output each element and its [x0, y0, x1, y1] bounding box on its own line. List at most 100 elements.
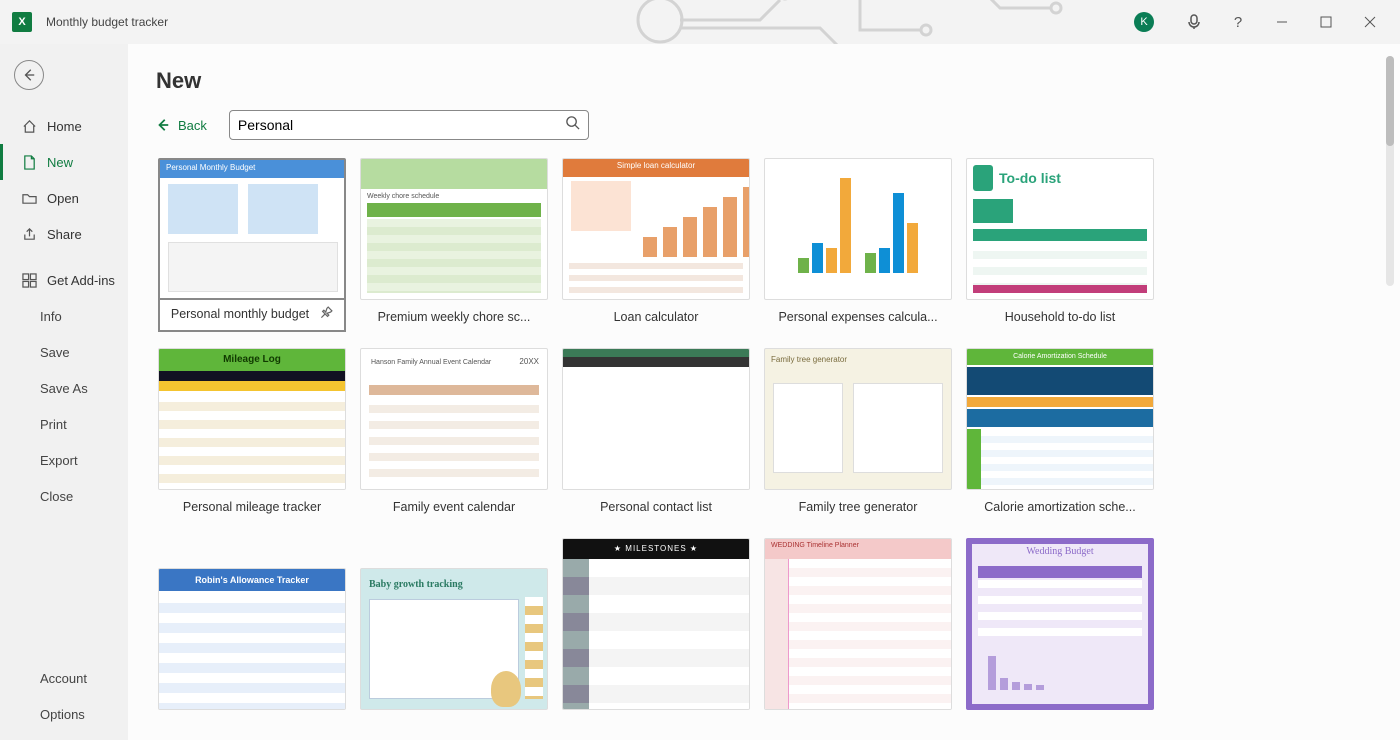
- template-thumb: Family tree generator: [764, 348, 952, 490]
- template-card[interactable]: Hanson Family Annual Event Calendar 20XX…: [358, 348, 550, 524]
- sidebar-item-label: Get Add-ins: [47, 273, 115, 288]
- avatar[interactable]: K: [1134, 12, 1154, 32]
- template-thumb: Mileage Log: [158, 348, 346, 490]
- thumb-title: Weekly chore schedule: [361, 189, 547, 204]
- sidebar-sub-print[interactable]: Print: [0, 406, 128, 442]
- content-area: New Back Personal Monthly Budget: [128, 44, 1400, 740]
- sidebar-sub-info[interactable]: Info: [0, 298, 128, 334]
- template-label: Calorie amortization sche...: [984, 500, 1135, 514]
- pin-icon[interactable]: [314, 303, 337, 326]
- excel-logo: X: [12, 12, 32, 32]
- template-card[interactable]: Calorie Amortization Schedule Calorie am…: [964, 348, 1156, 524]
- sidebar-sub-label: Print: [40, 417, 67, 432]
- template-thumb: Personal Monthly Budget: [158, 158, 346, 300]
- template-card[interactable]: To-do list Household to-do list: [964, 158, 1156, 334]
- sidebar-sub-label: Info: [40, 309, 62, 324]
- scrollbar-thumb[interactable]: [1386, 56, 1394, 146]
- sidebar-bottom-label: Account: [40, 671, 87, 686]
- back-link[interactable]: Back: [156, 118, 207, 133]
- sidebar-item-home[interactable]: Home: [0, 108, 128, 144]
- template-card[interactable]: ★ MILESTONES ★: [560, 538, 752, 710]
- thumb-title: MILESTONES: [625, 544, 686, 553]
- back-button[interactable]: [14, 60, 44, 90]
- titlebar: X Monthly budget tracker K ?: [0, 0, 1400, 44]
- sidebar-sub-label: Save As: [40, 381, 88, 396]
- template-card[interactable]: Personal expenses calcula...: [762, 158, 954, 334]
- template-card[interactable]: Simple loan calculator Loan calculator: [560, 158, 752, 334]
- template-thumb: Simple loan calculator: [562, 158, 750, 300]
- template-thumb: Robin's Allowance Tracker: [158, 568, 346, 710]
- sidebar-item-addins[interactable]: Get Add-ins: [0, 262, 128, 298]
- search-box: [229, 110, 589, 140]
- addins-icon: [21, 272, 37, 288]
- template-thumb: Wedding Budget: [966, 538, 1154, 710]
- sidebar-sub-export[interactable]: Export: [0, 442, 128, 478]
- template-thumb: Weekly chore schedule: [360, 158, 548, 300]
- template-card[interactable]: WEDDING Timeline Planner: [762, 538, 954, 710]
- open-icon: [21, 190, 37, 206]
- template-card[interactable]: Mileage Log Personal mileage tracker: [156, 348, 348, 524]
- scrollbar[interactable]: [1386, 56, 1394, 286]
- maximize-button[interactable]: [1304, 0, 1348, 44]
- template-card[interactable]: Wedding Budget: [964, 538, 1156, 710]
- template-thumb: Baby growth tracking: [360, 568, 548, 710]
- thumb-title: To-do list: [999, 170, 1061, 186]
- template-label: Personal mileage tracker: [183, 500, 321, 514]
- template-card[interactable]: Family tree generator Family tree genera…: [762, 348, 954, 524]
- thumb-title: Robin's Allowance Tracker: [159, 569, 345, 591]
- template-label: Loan calculator: [614, 310, 699, 324]
- thumb-title: Family tree generator: [765, 349, 951, 370]
- thumb-title: Wedding Budget: [972, 544, 1148, 557]
- template-grid: Personal Monthly Budget Personal monthly…: [156, 158, 1372, 710]
- template-label: Personal monthly budget: [171, 307, 309, 321]
- decorative-circuit: [620, 0, 1100, 50]
- thumb-title: Mileage Log: [159, 349, 345, 371]
- sidebar-item-new[interactable]: New: [0, 144, 128, 180]
- thumb-title: WEDDING Timeline Planner: [765, 539, 951, 559]
- thumb-title: Calorie Amortization Schedule: [967, 349, 1153, 365]
- thumb-title: Personal Monthly Budget: [160, 160, 344, 178]
- template-card[interactable]: Personal contact list: [560, 348, 752, 524]
- template-thumb: Hanson Family Annual Event Calendar 20XX: [360, 348, 548, 490]
- close-button[interactable]: [1348, 0, 1392, 44]
- sidebar-item-share[interactable]: Share: [0, 216, 128, 252]
- template-label: Family event calendar: [393, 500, 515, 514]
- sidebar-bottom-options[interactable]: Options: [0, 696, 128, 732]
- template-thumb: ★ MILESTONES ★: [562, 538, 750, 710]
- search-icon[interactable]: [565, 115, 580, 135]
- template-thumb: WEDDING Timeline Planner: [764, 538, 952, 710]
- template-label: Family tree generator: [799, 500, 918, 514]
- sidebar-item-open[interactable]: Open: [0, 180, 128, 216]
- template-label: Household to-do list: [1005, 310, 1115, 324]
- template-thumb: [562, 348, 750, 490]
- sidebar-sub-saveas[interactable]: Save As: [0, 370, 128, 406]
- minimize-button[interactable]: [1260, 0, 1304, 44]
- thumb-title: Baby growth tracking: [361, 569, 547, 594]
- share-icon: [21, 226, 37, 242]
- sidebar-bottom-label: Options: [40, 707, 85, 722]
- sidebar: Home New Open Share Get Add-ins: [0, 44, 128, 740]
- template-thumb: Calorie Amortization Schedule: [966, 348, 1154, 490]
- main: Home New Open Share Get Add-ins: [0, 44, 1400, 740]
- sidebar-sub-label: Export: [40, 453, 78, 468]
- back-label: Back: [178, 118, 207, 133]
- sidebar-sub-label: Close: [40, 489, 73, 504]
- template-label: Personal contact list: [600, 500, 712, 514]
- template-card[interactable]: Robin's Allowance Tracker: [156, 568, 348, 710]
- sidebar-sub-label: Save: [40, 345, 70, 360]
- template-card[interactable]: Personal Monthly Budget Personal monthly…: [156, 158, 348, 334]
- template-card[interactable]: Weekly chore schedule Premium weekly cho…: [358, 158, 550, 334]
- page-title: New: [156, 68, 1372, 94]
- sidebar-sub-close[interactable]: Close: [0, 478, 128, 514]
- search-row: Back: [156, 110, 1372, 140]
- search-input[interactable]: [238, 117, 565, 133]
- help-icon[interactable]: ?: [1216, 0, 1260, 44]
- mic-icon[interactable]: [1172, 0, 1216, 44]
- sidebar-bottom-account[interactable]: Account: [0, 660, 128, 696]
- template-card[interactable]: Baby growth tracking: [358, 568, 550, 710]
- sidebar-sub-save[interactable]: Save: [0, 334, 128, 370]
- sidebar-item-label: New: [47, 155, 73, 170]
- thumb-title: Simple loan calculator: [563, 159, 749, 177]
- template-label: Personal expenses calcula...: [778, 310, 937, 324]
- window-title: Monthly budget tracker: [46, 15, 168, 29]
